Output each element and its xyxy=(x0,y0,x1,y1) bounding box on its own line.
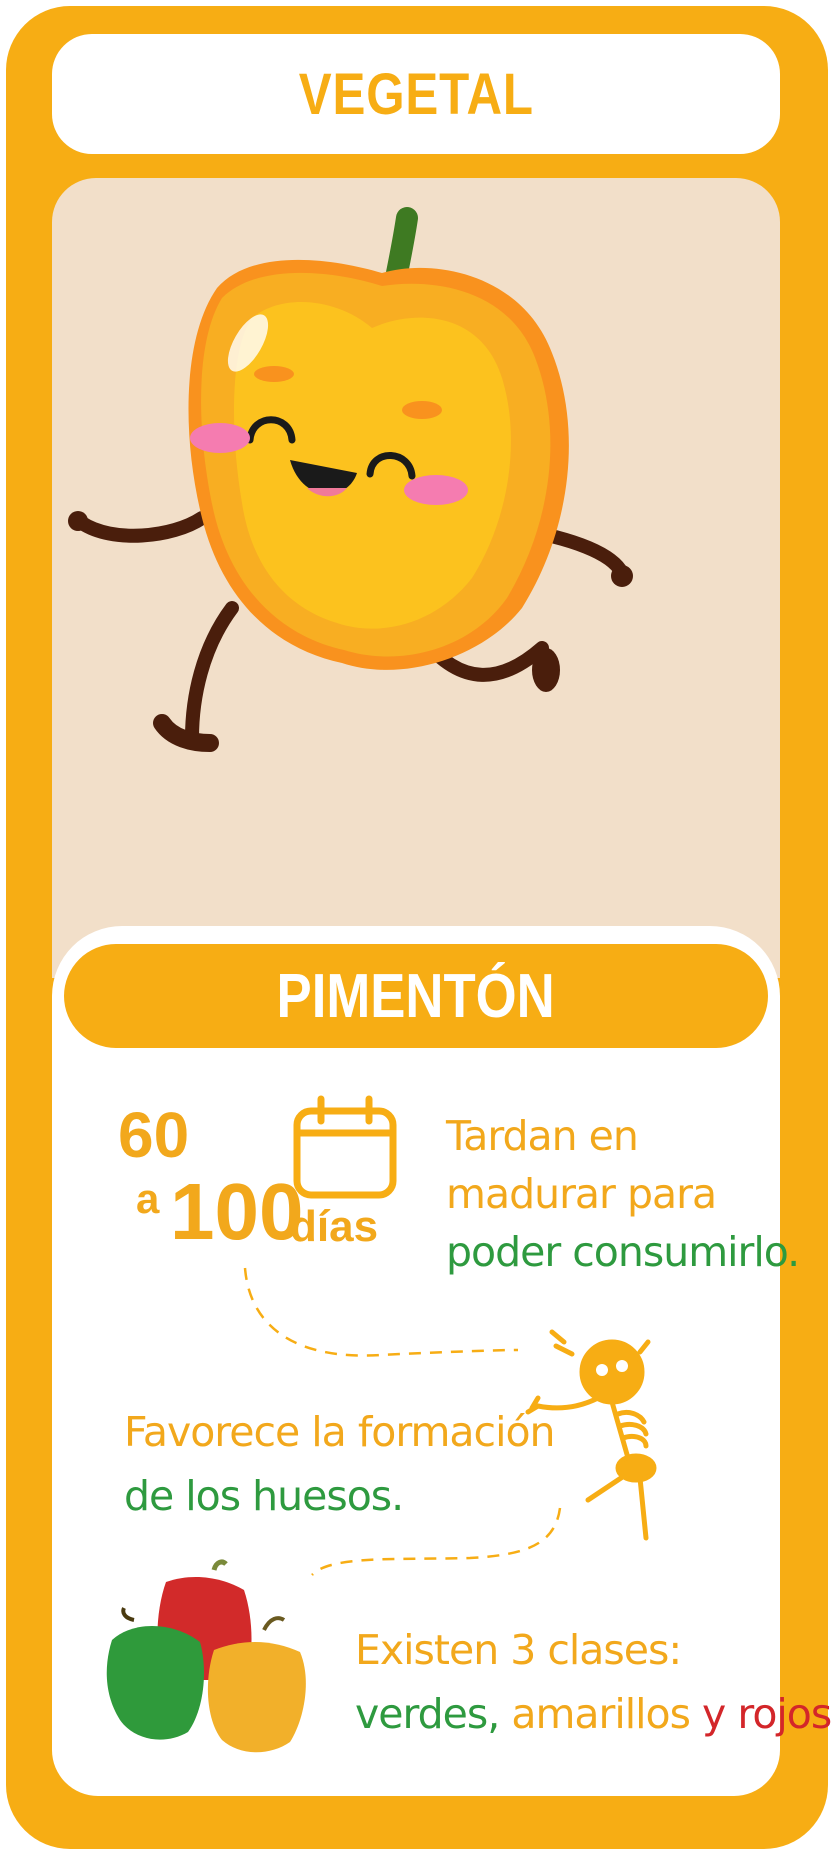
class-red: rojos. xyxy=(737,1690,834,1738)
class-and: y xyxy=(702,1690,726,1738)
bones-text-2: de los huesos. xyxy=(124,1472,404,1520)
peppers-group-icon xyxy=(106,1559,306,1753)
skeleton-icon xyxy=(525,1329,657,1541)
class-green: verdes, xyxy=(355,1690,500,1738)
classes-text-2: verdes, amarillos y rojos. xyxy=(355,1690,834,1738)
bones-text-1: Favorece la formación xyxy=(124,1408,556,1456)
classes-text-1: Existen 3 clases: xyxy=(355,1626,682,1674)
class-yellow: amarillos xyxy=(511,1690,691,1738)
